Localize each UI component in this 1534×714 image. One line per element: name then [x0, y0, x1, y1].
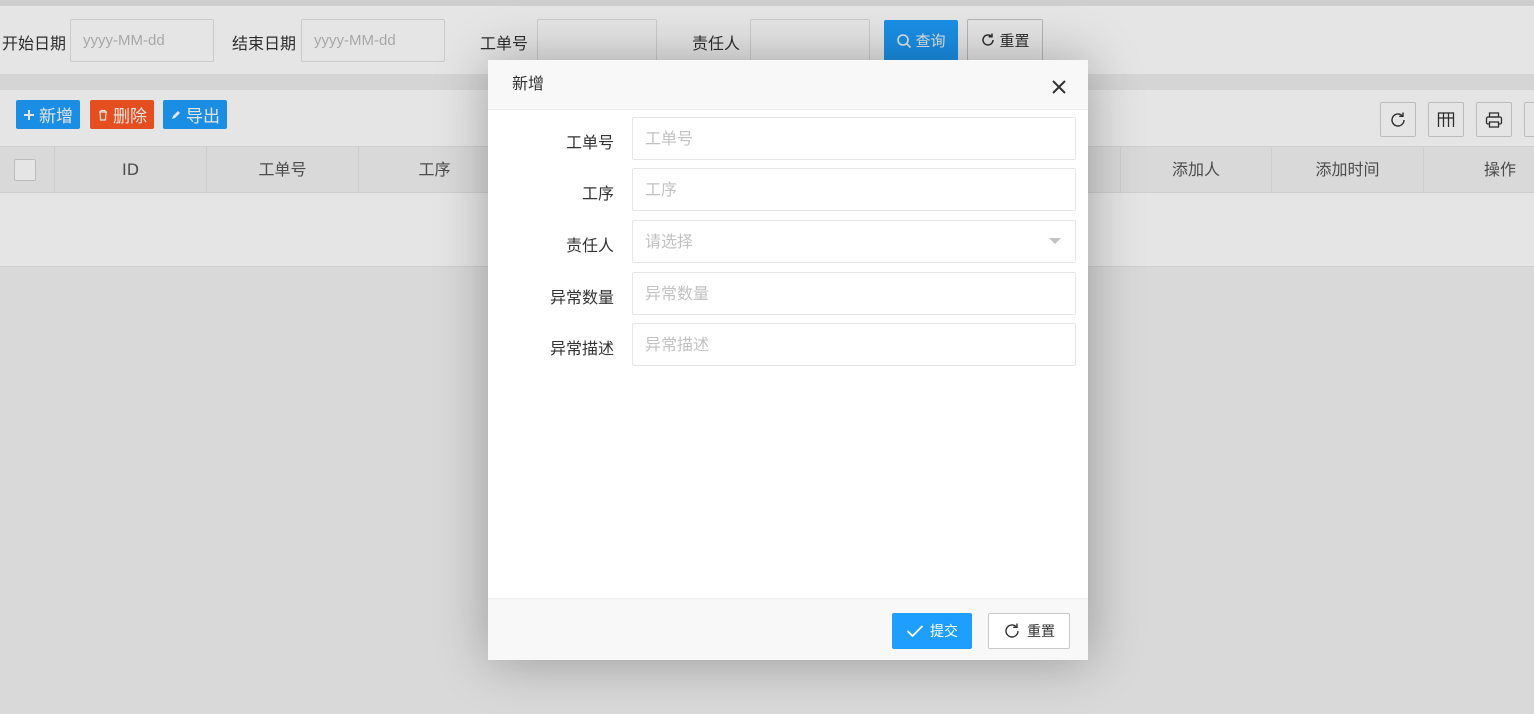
- dialog-title: 新增: [488, 60, 1088, 110]
- process-field[interactable]: 工序: [632, 168, 1076, 211]
- dialog-reset-label: 重置: [1027, 624, 1055, 640]
- owner-select-placeholder: 请选择: [645, 232, 694, 251]
- work-order-field[interactable]: 工单号: [632, 117, 1076, 160]
- close-icon[interactable]: [1048, 76, 1070, 98]
- dialog-footer: 提交 重置: [488, 598, 1088, 660]
- submit-button[interactable]: 提交: [892, 613, 972, 649]
- abnormal-description-field-label: 异常描述: [549, 339, 614, 358]
- check-icon: [906, 625, 924, 638]
- work-order-field-label: 工单号: [565, 133, 614, 152]
- caret-down-icon: [1049, 238, 1061, 244]
- add-dialog: 新增 工单号 工单号 工序 工序 责任人 请选择 异常数量 异常数量 异常描述 …: [488, 60, 1088, 660]
- dialog-reset-button[interactable]: 重置: [988, 613, 1070, 649]
- abnormal-quantity-field[interactable]: 异常数量: [632, 272, 1076, 315]
- abnormal-quantity-field-label: 异常数量: [549, 288, 614, 307]
- abnormal-description-field[interactable]: 异常描述: [632, 323, 1076, 366]
- submit-button-label: 提交: [930, 624, 958, 640]
- process-field-label: 工序: [581, 184, 614, 203]
- owner-select[interactable]: 请选择: [632, 220, 1076, 263]
- refresh-icon: [1005, 623, 1019, 638]
- owner-field-label: 责任人: [565, 236, 614, 255]
